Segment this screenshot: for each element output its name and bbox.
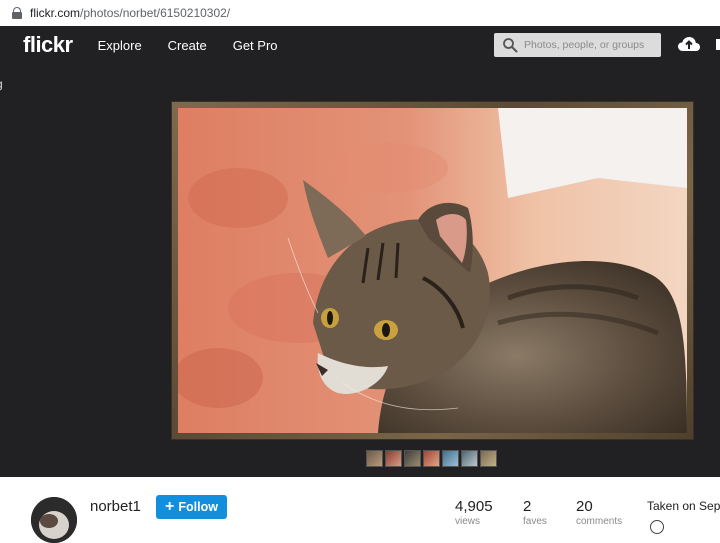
- follow-label: Follow: [178, 500, 218, 514]
- notifications-icon-partial[interactable]: [716, 39, 720, 50]
- browser-address-bar[interactable]: flickr.com/photos/norbet/6150210302/: [0, 0, 720, 27]
- filmstrip-thumb[interactable]: [462, 451, 477, 466]
- faves-stat: 2 faves: [523, 498, 547, 528]
- search-icon[interactable]: [502, 37, 518, 53]
- search-box[interactable]: [494, 33, 661, 57]
- taken-on-text: Taken on Sep: [647, 499, 720, 513]
- avatar[interactable]: [31, 497, 77, 543]
- search-input[interactable]: [524, 39, 654, 51]
- filmstrip: [367, 451, 500, 466]
- views-label: views: [455, 516, 481, 527]
- filmstrip-thumb[interactable]: [443, 451, 458, 466]
- owner-username[interactable]: norbet1: [90, 498, 141, 515]
- views-stat: 4,905 views: [455, 498, 493, 528]
- filmstrip-thumb[interactable]: [367, 451, 382, 466]
- filmstrip-thumb[interactable]: [405, 451, 420, 466]
- info-circle-icon[interactable]: [650, 520, 664, 534]
- follow-button[interactable]: + Follow: [156, 495, 227, 519]
- faves-count: 2: [523, 498, 532, 515]
- filmstrip-thumb[interactable]: [386, 451, 401, 466]
- nav-explore[interactable]: Explore: [98, 38, 142, 53]
- photo-stage: g: [0, 64, 720, 477]
- views-count: 4,905: [455, 498, 493, 515]
- nav-get-pro[interactable]: Get Pro: [233, 38, 278, 53]
- site-header: flickr Explore Create Get Pro: [0, 26, 720, 64]
- url-domain: flickr.com: [30, 6, 81, 20]
- nav-create[interactable]: Create: [168, 38, 207, 53]
- cat-photo-image: [178, 108, 687, 433]
- flickr-logo[interactable]: flickr: [23, 34, 73, 56]
- filmstrip-thumb[interactable]: [481, 451, 496, 466]
- comments-stat: 20 comments: [576, 498, 622, 528]
- plus-icon: +: [165, 498, 175, 515]
- lock-icon: [12, 7, 22, 19]
- comments-count: 20: [576, 498, 593, 515]
- photo-frame: [172, 102, 693, 439]
- filmstrip-thumb[interactable]: [424, 451, 439, 466]
- main-photo[interactable]: [178, 108, 687, 433]
- faves-label: faves: [523, 516, 547, 527]
- upload-cloud-icon[interactable]: [677, 34, 701, 54]
- comments-label: comments: [576, 516, 623, 527]
- url-text[interactable]: flickr.com/photos/norbet/6150210302/: [30, 6, 230, 20]
- side-panel-text: g: [0, 77, 3, 91]
- photo-info-bar: norbet1 + Follow 4,905 views 2 faves 20 …: [0, 477, 720, 543]
- url-path: /photos/norbet/6150210302/: [80, 6, 231, 20]
